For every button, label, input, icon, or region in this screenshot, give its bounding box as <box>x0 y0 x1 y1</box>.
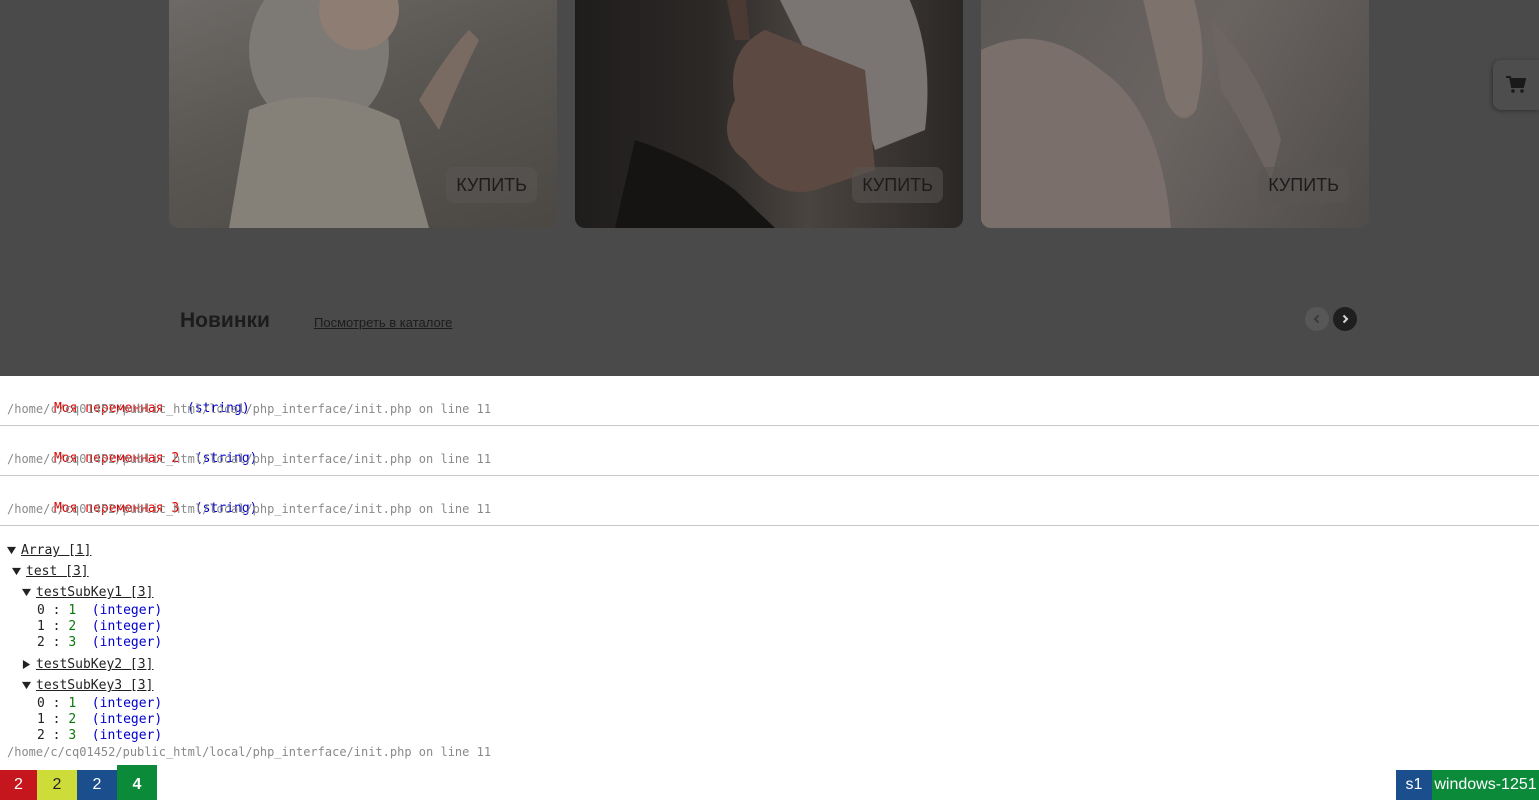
value-number: 1 <box>68 603 77 618</box>
tree-node-label[interactable]: testSubKey1 [3] <box>36 582 153 603</box>
error-count-badge[interactable]: 2 <box>0 770 37 800</box>
product-card[interactable]: КУПИТЬ <box>575 0 963 228</box>
triangle-down-icon[interactable] <box>22 588 31 597</box>
debug-output: Моя переменная (string) /home/c/cq01452/… <box>0 376 1539 760</box>
tree-value-row: 2 : 3 (integer) <box>37 635 1532 651</box>
shop-section: КУПИТЬ КУПИТЬ КУПИТЬ Новинки Посмотреть … <box>0 0 1539 376</box>
array-dump-tree: Array [1] test [3] testSubKey1 [3] 0 : 1… <box>0 526 1539 760</box>
site-id-badge[interactable]: s1 <box>1396 770 1432 800</box>
triangle-down-icon[interactable] <box>12 567 21 576</box>
value-index: 2 : <box>37 635 61 650</box>
buy-button[interactable]: КУПИТЬ <box>852 167 943 203</box>
buy-button[interactable]: КУПИТЬ <box>446 167 537 203</box>
debug-var-block: Моя переменная 3 (string) /home/c/cq0145… <box>0 476 1539 526</box>
tree-node-root[interactable]: Array [1] <box>7 540 1532 561</box>
slider-prev-button[interactable] <box>1305 307 1329 331</box>
tree-node-label[interactable]: Array [1] <box>21 540 91 561</box>
charset-badge[interactable]: windows-1251 <box>1432 770 1539 800</box>
chevron-right-icon <box>1342 314 1349 324</box>
cart-button[interactable] <box>1493 60 1539 110</box>
value-number: 2 <box>68 619 77 634</box>
tree-node-testsubkey3[interactable]: testSubKey3 [3] <box>7 675 1532 696</box>
value-index: 1 : <box>37 712 61 727</box>
tree-value-row: 1 : 2 (integer) <box>37 712 1532 728</box>
cart-icon <box>1506 76 1526 93</box>
product-card[interactable]: КУПИТЬ <box>981 0 1369 228</box>
value-type: (integer) <box>91 619 163 634</box>
tree-node-test[interactable]: test [3] <box>7 561 1532 582</box>
value-index: 0 : <box>37 603 61 618</box>
tree-node-label[interactable]: testSubKey3 [3] <box>36 675 153 696</box>
value-type: (integer) <box>91 603 163 618</box>
warning-count-badge[interactable]: 2 <box>37 770 77 800</box>
value-index: 1 : <box>37 619 61 634</box>
debug-file-path: /home/c/cq01452/public_html/local/php_in… <box>7 402 492 416</box>
value-number: 3 <box>68 728 77 743</box>
debug-var-block: Моя переменная 2 (string) /home/c/cq0145… <box>0 426 1539 476</box>
notice-count-badge[interactable]: 2 <box>77 770 117 800</box>
buy-button[interactable]: КУПИТЬ <box>1258 167 1349 203</box>
value-type: (integer) <box>91 696 163 711</box>
tree-node-testsubkey1[interactable]: testSubKey1 [3] <box>7 582 1532 603</box>
section-title: Новинки <box>180 309 270 332</box>
tree-value-row: 1 : 2 (integer) <box>37 619 1532 635</box>
value-index: 0 : <box>37 696 61 711</box>
value-type: (integer) <box>91 728 163 743</box>
triangle-right-icon[interactable] <box>22 660 31 669</box>
tree-value-row: 0 : 1 (integer) <box>37 603 1532 619</box>
tree-values: 0 : 1 (integer) 1 : 2 (integer) 2 : 3 (i… <box>7 696 1532 744</box>
tree-value-row: 0 : 1 (integer) <box>37 696 1532 712</box>
value-number: 3 <box>68 635 77 650</box>
value-number: 1 <box>68 696 77 711</box>
debug-file-path: /home/c/cq01452/public_html/local/php_in… <box>7 502 492 516</box>
tree-value-row: 2 : 3 (integer) <box>37 728 1532 744</box>
tree-node-label[interactable]: testSubKey2 [3] <box>36 654 153 675</box>
debug-file-path: /home/c/cq01452/public_html/local/php_in… <box>7 452 492 466</box>
triangle-down-icon[interactable] <box>22 681 31 690</box>
value-type: (integer) <box>91 635 163 650</box>
tree-node-label[interactable]: test [3] <box>26 561 89 582</box>
tree-node-testsubkey2[interactable]: testSubKey2 [3] <box>7 654 1532 675</box>
value-index: 2 : <box>37 728 61 743</box>
product-card[interactable]: КУПИТЬ <box>169 0 557 228</box>
debug-var-block: Моя переменная (string) /home/c/cq01452/… <box>0 376 1539 426</box>
chevron-left-icon <box>1313 314 1320 324</box>
value-number: 2 <box>68 712 77 727</box>
slider-next-button[interactable] <box>1333 307 1357 331</box>
triangle-down-icon[interactable] <box>7 546 16 555</box>
catalog-link[interactable]: Посмотреть в каталоге <box>314 315 452 330</box>
dump-count-badge[interactable]: 4 <box>117 765 157 800</box>
tree-values: 0 : 1 (integer) 1 : 2 (integer) 2 : 3 (i… <box>7 603 1532 651</box>
debug-file-path: /home/c/cq01452/public_html/local/php_in… <box>7 745 492 759</box>
value-type: (integer) <box>91 712 163 727</box>
